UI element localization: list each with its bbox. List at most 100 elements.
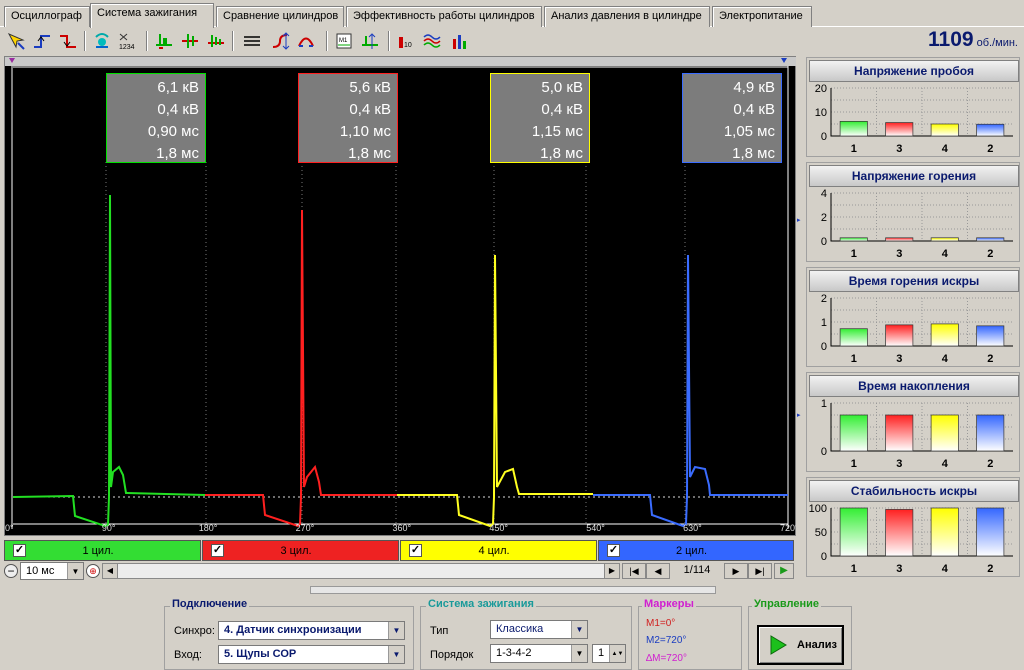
readout-dwell-ms: 1,8 мс xyxy=(540,145,583,162)
tab-ignition-system[interactable]: Система зажигания xyxy=(90,3,214,28)
bar-category-label: 4 xyxy=(942,353,949,365)
first-page-icon[interactable]: |◀ xyxy=(622,563,646,579)
last-page-icon[interactable]: ▶| xyxy=(748,563,772,579)
metric-panel-title[interactable]: Напряжение пробоя xyxy=(809,60,1019,82)
bar-category-label: 3 xyxy=(896,143,902,155)
cylinder-checkbox[interactable]: ✓ xyxy=(211,544,224,557)
y-tick-label: 0 xyxy=(821,236,827,248)
horizontal-scrollbar[interactable] xyxy=(118,563,604,579)
vertical-scale-icon[interactable] xyxy=(268,29,292,53)
horizontal-lines-icon[interactable] xyxy=(240,29,264,53)
metric-bar xyxy=(885,414,914,452)
next-page-icon[interactable]: ▶ xyxy=(724,563,748,579)
zoom-out-icon[interactable]: − xyxy=(4,564,18,578)
cylinder-toggle-4[interactable]: ✓ 4 цил. xyxy=(400,540,597,561)
oscilloscope-view[interactable]: 6,1 кВ 0,4 кВ 0,90 мс 1,8 мс 5,6 кВ 0,4 … xyxy=(4,56,799,536)
counter-icon[interactable]: 1234 xyxy=(116,29,140,53)
metric-panel-title[interactable]: Время горения искры xyxy=(809,270,1019,292)
tab-power-supply[interactable]: Электропитание xyxy=(712,6,812,27)
signal-red-icon[interactable] xyxy=(178,29,202,53)
cylinder-toggle-2[interactable]: ✓ 2 цил. xyxy=(598,540,794,561)
marker-move-icon[interactable] xyxy=(358,29,382,53)
rpm-value: 1109 xyxy=(928,28,974,51)
cylinder-toggle-1[interactable]: ✓ 1 цил. xyxy=(4,540,201,561)
prev-page-icon[interactable]: ◀ xyxy=(646,563,670,579)
readout-dwell-ms: 1,8 мс xyxy=(732,145,775,162)
y-tick-label: 1 xyxy=(821,317,827,329)
play-icon[interactable]: ▶ xyxy=(774,563,794,579)
cylinder-checkbox[interactable]: ✓ xyxy=(607,544,620,557)
readout-burn-kv: 0,4 кВ xyxy=(157,101,199,118)
cylinder-checkbox[interactable]: ✓ xyxy=(409,544,422,557)
rising-edge-icon[interactable] xyxy=(30,29,54,53)
ignition-title: Система зажигания xyxy=(426,598,536,610)
metric-panel: Время горения искры 2 1 0 1 3 4 2 xyxy=(806,267,1020,367)
timebase-select[interactable]: 10 мс ▼ xyxy=(20,562,84,580)
tab-oscilloscope[interactable]: Осциллограф xyxy=(4,6,90,27)
y-tick-label: 20 xyxy=(815,84,827,95)
type-value: Классика xyxy=(496,623,544,635)
scroll-left-icon[interactable]: ◀ xyxy=(102,563,118,579)
order-label: Порядок xyxy=(430,649,474,661)
zoom-in-icon[interactable]: ⊕ xyxy=(86,564,100,578)
y-tick-label: 2 xyxy=(821,294,827,305)
metric-bar xyxy=(839,121,868,137)
readout-box-cyl3: 5,6 кВ 0,4 кВ 1,10 мс 1,8 мс xyxy=(298,73,398,163)
metric-bar xyxy=(839,328,868,347)
tab-cylinder-efficiency[interactable]: Эффективность работы цилиндров xyxy=(346,6,542,27)
playback-controls: − 10 мс ▼ ⊕ ◀ ▶ |◀ ◀ 1/114 ▶ ▶| ▶ xyxy=(2,562,796,582)
order-value: 1-3-4-2 xyxy=(496,647,532,659)
y-tick-label: 100 xyxy=(809,504,827,515)
cylinder-toggle-3[interactable]: ✓ 3 цил. xyxy=(202,540,399,561)
angle-tick-label: 630° xyxy=(683,523,702,533)
control-title: Управление xyxy=(752,598,822,610)
bar-category-label: 3 xyxy=(896,563,902,575)
input-select[interactable]: 5. Щупы СОР ▼ xyxy=(218,645,405,664)
waves-icon[interactable] xyxy=(420,29,444,53)
metric-bar xyxy=(885,237,914,242)
cylinder-checkbox[interactable]: ✓ xyxy=(13,544,26,557)
rpm-display: 1109 об./мин. xyxy=(904,28,1024,54)
scroll-right-icon[interactable]: ▶ xyxy=(604,563,620,579)
toolbar: 1234 M1 10 xyxy=(0,27,1024,55)
metric-bar xyxy=(976,123,1005,137)
metric-bar xyxy=(885,509,914,557)
metric-panel-title[interactable]: Стабильность искры xyxy=(809,480,1019,502)
bar-chart-icon[interactable] xyxy=(448,29,472,53)
metric-panel: Напряжение горения 4 2 0 1 3 4 2 xyxy=(806,162,1020,262)
y-tick-label: 4 xyxy=(821,189,827,200)
falling-edge-icon[interactable] xyxy=(56,29,80,53)
chevron-down-icon: ▼ xyxy=(388,646,404,663)
y-tick-label: 50 xyxy=(815,527,827,539)
metric-bar xyxy=(839,507,868,557)
metric-bar-chart: 4 2 0 1 3 4 2 xyxy=(821,189,1013,260)
tab-cylinder-comparison[interactable]: Сравнение цилиндров xyxy=(216,6,344,27)
tab-cylinder-pressure[interactable]: Анализ давления в цилиндре xyxy=(544,6,710,27)
y-tick-label: 2 xyxy=(821,212,827,224)
order-select[interactable]: 1-3-4-2 ▼ xyxy=(490,644,588,663)
readout-dwell-ms: 1,8 мс xyxy=(156,145,199,162)
readout-burn-ms: 1,15 мс xyxy=(531,123,583,140)
metric-bar xyxy=(976,507,1005,557)
metric-bar xyxy=(976,237,1005,242)
metric-panel-title[interactable]: Напряжение горения xyxy=(809,165,1019,187)
sync-select[interactable]: 4. Датчик синхронизации ▼ xyxy=(218,621,405,640)
arc-icon[interactable] xyxy=(294,29,318,53)
chevron-down-icon: ▼ xyxy=(388,622,404,639)
cursor-tool-icon[interactable] xyxy=(4,29,28,53)
timebase-value: 10 мс xyxy=(26,565,55,577)
type-select[interactable]: Классика ▼ xyxy=(490,620,588,639)
analyze-button[interactable]: Анализ xyxy=(757,625,844,665)
bar-chart-red-icon[interactable]: 10 xyxy=(394,29,418,53)
metric-panel-title[interactable]: Время накопления xyxy=(809,375,1019,397)
vertical-scroll-handle[interactable]: ▸ ▸ xyxy=(796,56,804,536)
probe-icon[interactable] xyxy=(90,29,114,53)
readout-burn-ms: 1,05 мс xyxy=(723,123,775,140)
signal-mixed-icon[interactable] xyxy=(204,29,228,53)
signal-green-icon[interactable] xyxy=(152,29,176,53)
svg-text:1234: 1234 xyxy=(119,44,135,51)
order-stepper[interactable]: 1 ▲▼ xyxy=(592,644,626,663)
chevron-down-icon: ▼ xyxy=(67,563,83,579)
marker-m1-icon[interactable]: M1 xyxy=(332,29,356,53)
splitter-handle[interactable] xyxy=(310,586,716,594)
